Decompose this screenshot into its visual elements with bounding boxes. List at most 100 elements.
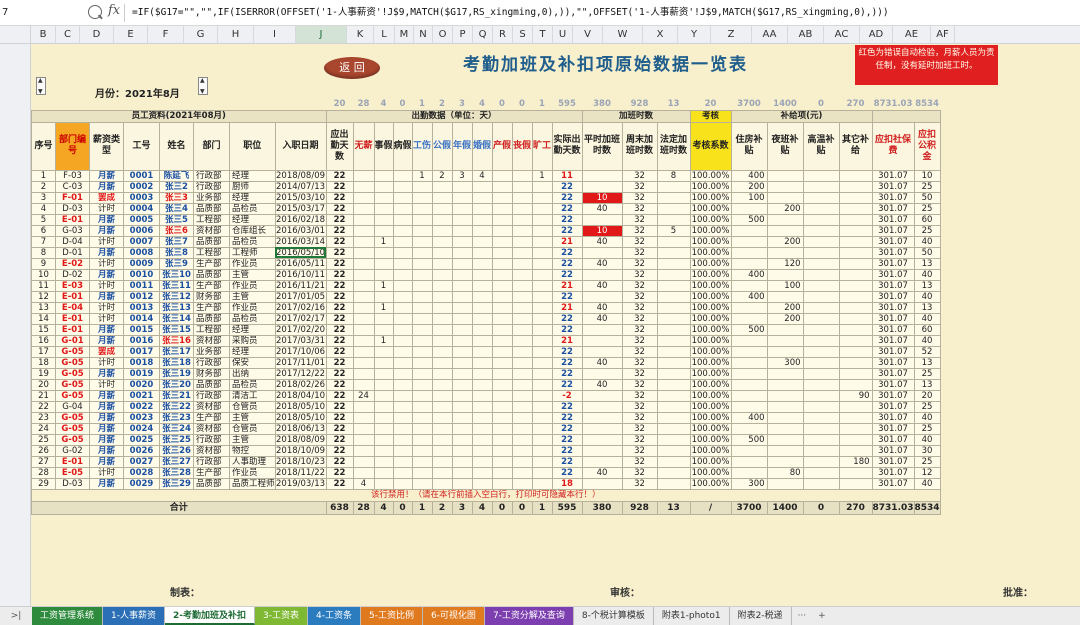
cell[interactable]: 100.00% <box>689 213 732 226</box>
cell[interactable]: 22 <box>325 378 354 391</box>
cell[interactable] <box>581 444 623 457</box>
cell[interactable] <box>766 444 804 457</box>
cell[interactable]: 2017/11/01 <box>274 356 327 369</box>
cell[interactable] <box>491 334 513 347</box>
cell[interactable]: 15 <box>31 323 56 336</box>
cell[interactable] <box>471 257 493 270</box>
cell[interactable]: 100.00% <box>689 224 732 237</box>
cell[interactable] <box>838 433 873 446</box>
cell[interactable] <box>766 367 804 380</box>
cell[interactable] <box>802 169 840 182</box>
cell[interactable] <box>531 301 553 314</box>
cell[interactable]: 张三19 <box>159 367 194 380</box>
cell[interactable]: 301.07 <box>871 268 915 281</box>
cell[interactable]: 22 <box>551 180 583 193</box>
cell[interactable] <box>730 389 768 402</box>
cell[interactable]: 301.07 <box>871 466 915 479</box>
cell[interactable] <box>766 411 804 424</box>
cell[interactable]: 行政部 <box>193 356 230 369</box>
column-header-v[interactable]: V <box>573 26 603 43</box>
cell[interactable] <box>411 224 433 237</box>
cell[interactable] <box>531 411 553 424</box>
cell[interactable] <box>838 180 873 193</box>
column-header-ad[interactable]: AD <box>860 26 893 43</box>
cell[interactable] <box>411 312 433 325</box>
cell[interactable] <box>581 345 623 358</box>
cell[interactable] <box>392 389 413 402</box>
cell[interactable] <box>373 246 394 259</box>
cell[interactable] <box>471 444 493 457</box>
cell[interactable]: 301.07 <box>871 477 915 490</box>
cell[interactable] <box>491 268 513 281</box>
cell[interactable] <box>471 422 493 435</box>
cell[interactable] <box>766 191 804 204</box>
cell[interactable]: 张三6 <box>159 224 194 237</box>
cell[interactable]: 主管 <box>229 290 276 303</box>
cell[interactable] <box>451 400 473 413</box>
cell[interactable] <box>392 301 413 314</box>
cell[interactable] <box>491 169 513 182</box>
cell[interactable] <box>491 433 513 446</box>
cell[interactable] <box>411 301 433 314</box>
cell[interactable] <box>471 224 493 237</box>
cell[interactable]: 品质部 <box>193 268 230 281</box>
column-header-o[interactable]: O <box>433 26 453 43</box>
cell[interactable]: 8 <box>31 246 56 259</box>
cell[interactable] <box>511 378 533 391</box>
total-cell[interactable]: 1 <box>411 500 433 515</box>
cell[interactable] <box>373 257 394 270</box>
cell[interactable]: 张三24 <box>159 422 194 435</box>
cell[interactable]: 品质部 <box>193 477 230 490</box>
cell[interactable]: 400 <box>730 268 768 281</box>
cell[interactable] <box>838 356 873 369</box>
cell[interactable]: 19 <box>31 367 56 380</box>
cell[interactable] <box>431 367 453 380</box>
cell[interactable] <box>373 422 394 435</box>
header-0[interactable]: 序号 <box>31 121 56 171</box>
cell[interactable]: 22 <box>551 455 583 468</box>
cell[interactable]: 13 <box>913 301 941 314</box>
cell[interactable]: 25 <box>913 180 941 193</box>
cell[interactable] <box>581 290 623 303</box>
cell[interactable]: 张三14 <box>159 312 194 325</box>
cell[interactable]: 400 <box>730 290 768 303</box>
cell[interactable] <box>511 191 533 204</box>
cell[interactable] <box>581 246 623 259</box>
cell[interactable] <box>511 477 533 490</box>
cell[interactable]: E-01 <box>55 213 90 226</box>
cell[interactable]: 2014/07/13 <box>274 180 327 193</box>
cell[interactable] <box>352 334 375 347</box>
cell[interactable] <box>766 268 804 281</box>
cell[interactable] <box>373 477 394 490</box>
cell[interactable] <box>411 290 433 303</box>
cell[interactable] <box>656 257 691 270</box>
cell[interactable]: 21 <box>31 389 56 402</box>
cell[interactable]: 16 <box>31 334 56 347</box>
cell[interactable]: 32 <box>621 246 658 259</box>
cell[interactable]: E-02 <box>55 257 90 270</box>
cell[interactable] <box>802 279 840 292</box>
cell[interactable]: 资材部 <box>193 422 230 435</box>
cell[interactable]: 32 <box>621 400 658 413</box>
cell[interactable]: 8 <box>656 169 691 182</box>
sheet-tab-11[interactable]: 附表2-税递 <box>729 607 792 625</box>
cell[interactable]: 22 <box>31 400 56 413</box>
cell[interactable]: 301.07 <box>871 202 915 215</box>
cell[interactable] <box>531 279 553 292</box>
cell[interactable] <box>766 290 804 303</box>
cell[interactable] <box>511 312 533 325</box>
cell[interactable]: -2 <box>551 389 583 402</box>
cell[interactable]: E-01 <box>55 290 90 303</box>
header-27[interactable]: 其它补给 <box>838 121 873 171</box>
cell[interactable]: 月薪 <box>89 455 124 468</box>
cell[interactable] <box>802 422 840 435</box>
cell[interactable] <box>730 422 768 435</box>
cell[interactable] <box>451 444 473 457</box>
cell[interactable]: 301.07 <box>871 323 915 336</box>
cell[interactable]: 张三7 <box>159 235 194 248</box>
cell[interactable]: 12 <box>913 466 941 479</box>
cell[interactable]: 22 <box>551 411 583 424</box>
cell[interactable]: 18 <box>551 477 583 490</box>
cell[interactable] <box>373 180 394 193</box>
cell[interactable]: 21 <box>551 301 583 314</box>
